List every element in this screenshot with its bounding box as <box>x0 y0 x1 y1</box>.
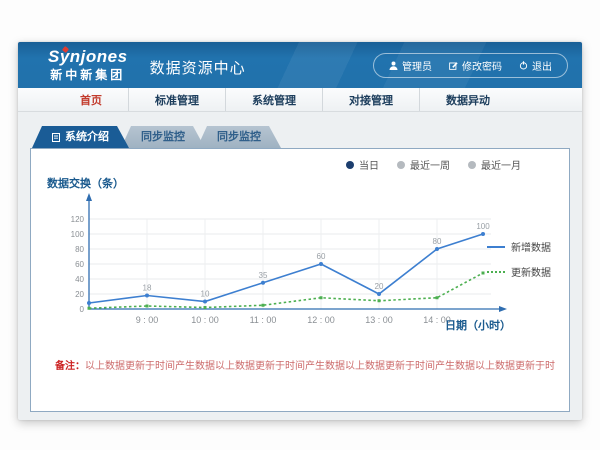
chart-legend: 新增数据 更新数据 <box>487 239 561 289</box>
svg-text:10 : 00: 10 : 00 <box>191 315 219 325</box>
app-window: Synjones 新中新集团 数据资源中心 管理员 修改密码 退出 首页 标准管… <box>18 42 582 420</box>
svg-text:80: 80 <box>433 237 442 246</box>
filter-today-label: 当日 <box>359 157 379 172</box>
nav-item-standard-mgmt[interactable]: 标准管理 <box>129 88 226 111</box>
tab-bar: 系统介绍 同步监控 同步监控 <box>30 126 570 148</box>
svg-text:120: 120 <box>71 215 85 224</box>
user-icon <box>389 61 398 70</box>
legend-updated-data-label: 更新数据 <box>511 264 551 279</box>
radio-selected-icon <box>346 161 354 169</box>
radio-unselected-icon <box>468 161 476 169</box>
nav-data-change-label: 数据异动 <box>446 92 490 108</box>
x-axis-title: 日期（小时） <box>445 317 511 333</box>
legend-item-new-data: 新增数据 <box>487 239 561 254</box>
legend-item-updated-data: 更新数据 <box>487 264 561 279</box>
filter-last-month[interactable]: 最近一月 <box>468 157 521 172</box>
footnote: 备注：以上数据更新于时间产生数据以上数据更新于时间产生数据以上数据更新于时间产生… <box>55 357 555 372</box>
svg-text:60: 60 <box>75 260 84 269</box>
tab-sync-monitor-2[interactable]: 同步监控 <box>197 126 281 148</box>
chart-panel: 当日 最近一周 最近一月 数据交换（条） 0 20 40 60 80 100 120 9 : … <box>30 148 570 412</box>
svg-text:40: 40 <box>75 275 84 284</box>
nav-item-system-mgmt[interactable]: 系统管理 <box>226 88 323 111</box>
tab-sync-monitor-1[interactable]: 同步监控 <box>121 126 205 148</box>
svg-text:10: 10 <box>201 290 210 299</box>
admin-user-button[interactable]: 管理员 <box>389 58 432 73</box>
power-icon <box>519 61 528 70</box>
tab-sync-monitor-2-label: 同步监控 <box>217 126 261 148</box>
line-chart: 0 20 40 60 80 100 120 9 : 00 10 : 00 11 : 00 12 : … <box>51 191 516 331</box>
tab-system-intro-label: 系统介绍 <box>65 126 109 148</box>
svg-text:12 : 00: 12 : 00 <box>307 315 335 325</box>
radio-unselected-icon <box>397 161 405 169</box>
svg-text:60: 60 <box>317 252 326 261</box>
svg-text:13 : 00: 13 : 00 <box>365 315 393 325</box>
svg-text:80: 80 <box>75 245 84 254</box>
main-nav: 首页 标准管理 系统管理 对接管理 数据异动 <box>18 88 582 112</box>
footnote-label: 备注： <box>55 361 85 372</box>
nav-standard-label: 标准管理 <box>155 92 199 108</box>
nav-item-home[interactable]: 首页 <box>54 88 129 111</box>
logout-label: 退出 <box>532 58 552 73</box>
nav-item-data-change[interactable]: 数据异动 <box>420 88 516 111</box>
footnote-text: 以上数据更新于时间产生数据以上数据更新于时间产生数据以上数据更新于时间产生数据以… <box>85 361 555 372</box>
nav-item-interface-mgmt[interactable]: 对接管理 <box>323 88 420 111</box>
svg-text:100: 100 <box>476 222 490 231</box>
range-filters: 当日 最近一周 最近一月 <box>346 157 521 172</box>
logout-button[interactable]: 退出 <box>519 58 552 73</box>
svg-text:100: 100 <box>71 230 85 239</box>
svg-text:20: 20 <box>375 282 384 291</box>
admin-user-label: 管理员 <box>402 58 432 73</box>
svg-text:20: 20 <box>75 290 84 299</box>
edit-icon <box>449 61 458 70</box>
nav-system-label: 系统管理 <box>252 92 296 108</box>
svg-text:0: 0 <box>80 305 85 314</box>
logo-company: 新中新集团 <box>48 69 128 82</box>
dotted-line-swatch <box>487 271 505 273</box>
page-title: 数据资源中心 <box>150 57 246 78</box>
legend-new-data-label: 新增数据 <box>511 239 551 254</box>
nav-interface-label: 对接管理 <box>349 92 393 108</box>
tab-system-intro[interactable]: 系统介绍 <box>32 126 129 148</box>
solid-line-swatch <box>487 246 505 248</box>
content-area: 系统介绍 同步监控 同步监控 当日 最近一周 最近一月 数据交 <box>18 112 582 412</box>
app-header: Synjones 新中新集团 数据资源中心 管理员 修改密码 退出 <box>18 42 582 88</box>
y-axis-title: 数据交换（条） <box>47 175 124 191</box>
filter-last-week[interactable]: 最近一周 <box>397 157 450 172</box>
filter-last-week-label: 最近一周 <box>410 157 450 172</box>
change-password-button[interactable]: 修改密码 <box>449 58 502 73</box>
svg-text:11 : 00: 11 : 00 <box>250 315 277 325</box>
logo-brand: Synjones <box>48 48 128 67</box>
document-icon <box>52 133 60 142</box>
nav-home-label: 首页 <box>80 92 102 108</box>
user-menu: 管理员 修改密码 退出 <box>373 53 568 78</box>
logo: Synjones 新中新集团 <box>48 48 128 82</box>
svg-text:35: 35 <box>259 271 268 280</box>
tab-sync-monitor-1-label: 同步监控 <box>141 126 185 148</box>
change-password-label: 修改密码 <box>462 58 502 73</box>
svg-text:18: 18 <box>143 284 152 293</box>
filter-today[interactable]: 当日 <box>346 157 379 172</box>
svg-text:9 : 00: 9 : 00 <box>136 315 159 325</box>
filter-last-month-label: 最近一月 <box>481 157 521 172</box>
